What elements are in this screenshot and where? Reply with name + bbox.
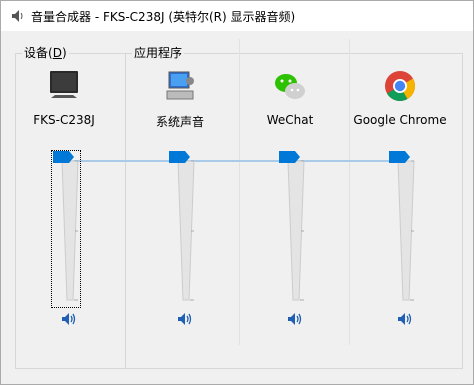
wechat-volume-slider[interactable] (279, 151, 307, 303)
channel-system-sounds: 系统声音 (125, 69, 235, 339)
channel-google-chrome: Google Chrome (345, 69, 455, 339)
window-title: 音量合成器 - FKS-C238J (英特尔(R) 显示器音频) (31, 10, 296, 24)
channel-wechat: WeChat (235, 69, 345, 339)
wechat-mute-button[interactable] (286, 310, 304, 328)
monitor-icon (50, 71, 78, 98)
volume-mixer-window: 音量合成器 - FKS-C238J (英特尔(R) 显示器音频) 设备(D) 应… (0, 0, 474, 385)
device-group-title: 设备(D) (22, 46, 69, 60)
system-sounds-volume-thumb[interactable] (169, 151, 191, 163)
wechat-icon (275, 74, 305, 99)
slider-track-shape (177, 160, 195, 301)
focus-rectangle (51, 150, 81, 308)
system-sounds-icon (166, 71, 194, 100)
app-name-label: 系统声音 (155, 115, 204, 129)
device-name-label: FKS-C238J (33, 113, 95, 127)
wechat-volume-thumb[interactable] (279, 151, 301, 163)
system-sounds-volume-slider[interactable] (169, 151, 197, 303)
google-chrome-volume-slider[interactable] (389, 151, 417, 303)
slider-track-shape (397, 160, 415, 301)
google-chrome-mute-button[interactable] (396, 310, 414, 328)
device-mute-button[interactable] (60, 310, 78, 328)
system-sounds-mute-button[interactable] (176, 310, 194, 328)
google-chrome-volume-thumb[interactable] (389, 151, 411, 163)
slider-track-shape (287, 160, 305, 301)
channel-device: FKS-C238J (9, 69, 119, 339)
applications-group-title: 应用程序 (132, 46, 185, 60)
app-name-label: Google Chrome (353, 113, 447, 127)
title-bar[interactable]: 音量合成器 - FKS-C238J (英特尔(R) 显示器音频) (1, 1, 473, 31)
speaker-icon (12, 10, 23, 22)
chrome-icon (385, 71, 416, 102)
app-name-label: WeChat (266, 113, 314, 127)
